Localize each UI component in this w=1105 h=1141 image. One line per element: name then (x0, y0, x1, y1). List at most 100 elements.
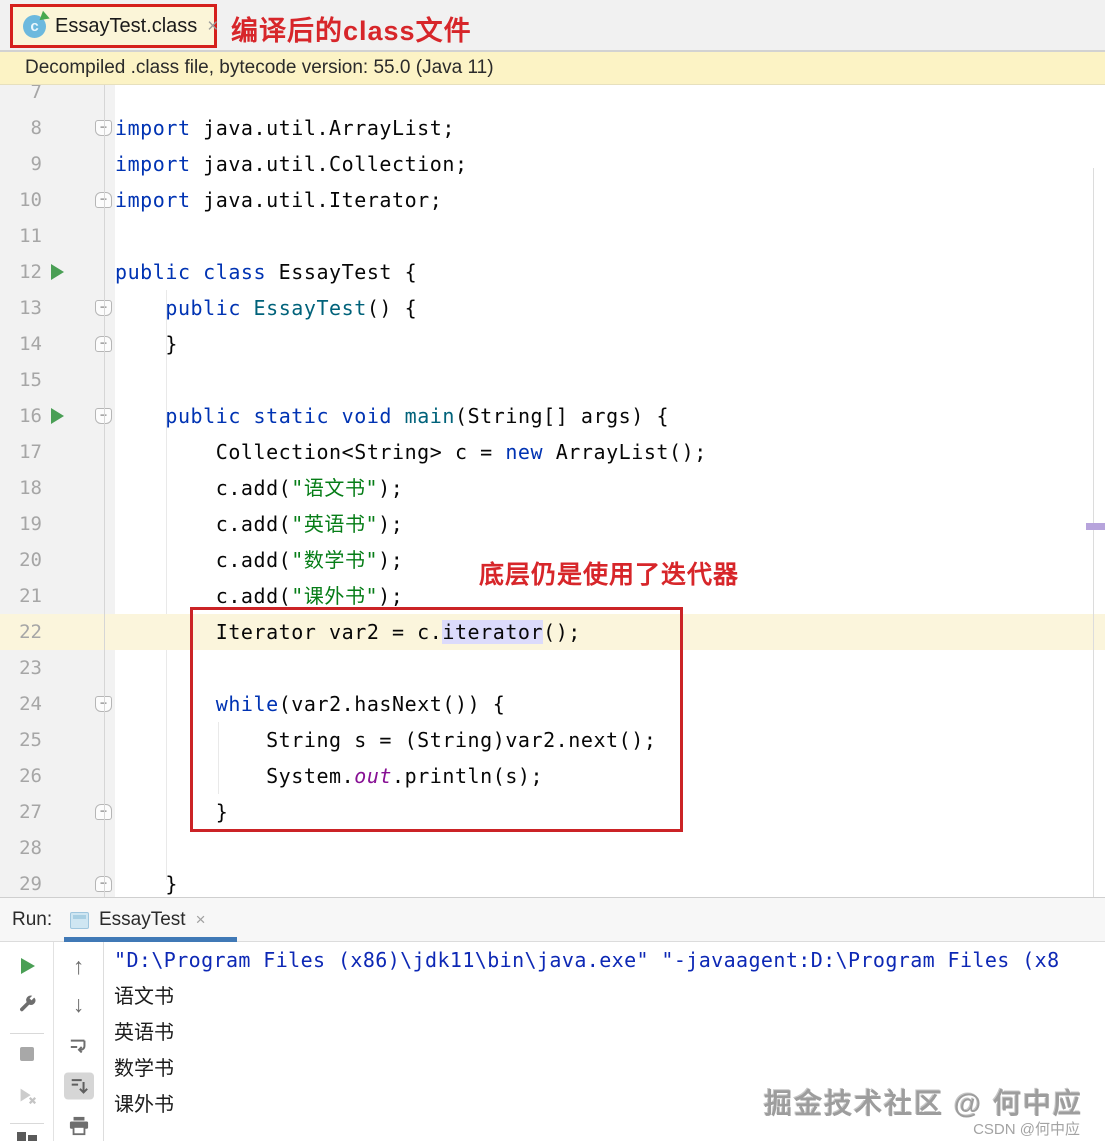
rerun-icon[interactable] (17, 956, 37, 976)
code-line: 18 c.add("语文书"); (0, 470, 1105, 506)
fold-marker-close[interactable]: − (72, 326, 115, 362)
code-line: 16 − public static void main(String[] arg… (0, 398, 1105, 434)
line-number: 12 (19, 261, 42, 283)
code-text[interactable]: c.add("英语书"); (115, 506, 1105, 542)
code-line: 14 − } (0, 326, 1105, 362)
line-number: 29 (19, 873, 42, 895)
run-label: Run: (12, 908, 53, 930)
iterator-code-red-box (190, 607, 683, 832)
line-number: 18 (19, 477, 42, 499)
code-line: 12 public class EssayTest { (0, 254, 1105, 290)
gutter-space (72, 614, 115, 650)
code-line: 11 (0, 218, 1105, 254)
fold-marker-close[interactable]: − (72, 794, 115, 830)
code-text[interactable]: } (115, 866, 1105, 897)
scrollbar-usage-marker[interactable] (1086, 523, 1105, 530)
line-number: 15 (19, 369, 42, 391)
code-text[interactable]: public EssayTest() { (115, 290, 1105, 326)
line-number: 22 (19, 621, 42, 643)
line-number: 13 (19, 297, 42, 319)
fold-marker-open[interactable]: − (72, 686, 115, 722)
code-line: 10 −import java.util.Iterator; (0, 182, 1105, 218)
class-file-icon: c (23, 10, 52, 38)
tab-essaytest-class[interactable]: c EssayTest.class × (10, 4, 218, 48)
run-line-icon[interactable] (42, 408, 72, 424)
fold-marker-open[interactable]: − (72, 398, 115, 434)
line-number: 27 (19, 801, 42, 823)
code-editor[interactable]: 78−import java.util.ArrayList;9import ja… (0, 85, 1105, 897)
down-arrow-icon[interactable]: ↓ (73, 993, 85, 1016)
gutter-space (72, 85, 115, 110)
gutter-space (72, 434, 115, 470)
console-command-line[interactable]: "D:\Program Files (x86)\jdk11\bin\java.e… (114, 942, 1105, 978)
code-text[interactable]: } (115, 326, 1105, 362)
editor-scrollbar[interactable] (1093, 168, 1094, 897)
decompiled-banner: Decompiled .class file, bytecode version… (0, 52, 1105, 85)
settings-wrench-icon[interactable] (16, 993, 38, 1015)
console-tab-icon (70, 911, 89, 929)
code-text[interactable]: import java.util.Iterator; (115, 182, 1105, 218)
watermark-primary: 掘金技术社区 @ 何中应 (764, 1088, 1083, 1119)
code-line: 7 (0, 85, 1105, 110)
watermark-secondary: CSDN @何中应 (973, 1121, 1080, 1138)
code-text[interactable]: public class EssayTest { (115, 254, 1105, 290)
gutter-separator (104, 85, 105, 897)
tab-annotation-text: 编译后的class文件 (231, 16, 472, 46)
run-tab-essaytest[interactable]: EssayTest × (64, 898, 212, 942)
line-number: 21 (19, 585, 42, 607)
line-number: 9 (30, 153, 42, 175)
rerun-failed-tests-icon[interactable] (16, 1085, 38, 1107)
line-number: 26 (19, 765, 42, 787)
line-number: 11 (19, 225, 42, 247)
code-text[interactable]: Collection<String> c = new ArrayList(); (115, 434, 1105, 470)
code-text[interactable]: import java.util.Collection; (115, 146, 1105, 182)
run-line-icon[interactable] (42, 264, 72, 280)
line-number: 8 (30, 117, 42, 139)
scroll-to-end-icon[interactable] (63, 1072, 94, 1100)
ide-window: c EssayTest.class × 编译后的class文件 Decompil… (0, 0, 1105, 1141)
line-number: 24 (19, 693, 42, 715)
line-number: 23 (19, 657, 42, 679)
code-line: 9 import java.util.Collection; (0, 146, 1105, 182)
line-number: 17 (19, 441, 42, 463)
code-line: 15 (0, 362, 1105, 398)
console-output-line[interactable]: 数学书 (114, 1050, 1105, 1086)
layout-icon[interactable] (16, 1132, 37, 1141)
stop-icon[interactable] (19, 1046, 35, 1062)
run-tab-label: EssayTest (99, 909, 186, 930)
code-text[interactable]: public static void main(String[] args) { (115, 398, 1105, 434)
console-output-line[interactable]: 英语书 (114, 1014, 1105, 1050)
code-text[interactable]: c.add("语文书"); (115, 470, 1105, 506)
fold-marker-close[interactable]: − (72, 866, 115, 897)
fold-marker-open[interactable]: − (72, 110, 115, 146)
line-number: 28 (19, 837, 42, 859)
editor-tab-bar: c EssayTest.class × 编译后的class文件 (0, 0, 1105, 52)
soft-wrap-icon[interactable] (68, 1037, 90, 1057)
gutter-space (72, 506, 115, 542)
run-toolbar-left (0, 942, 54, 1141)
line-number: 25 (19, 729, 42, 751)
console-output-line[interactable]: 语文书 (114, 978, 1105, 1014)
gutter-space (72, 578, 115, 614)
line-number: 10 (19, 189, 42, 211)
code-line: 28 (0, 830, 1105, 866)
tab-close-icon[interactable]: × (207, 17, 218, 36)
gutter-space (72, 254, 115, 290)
up-arrow-icon[interactable]: ↑ (73, 955, 85, 978)
code-text[interactable]: import java.util.ArrayList; (115, 110, 1105, 146)
line-number: 20 (19, 549, 42, 571)
fold-marker-close[interactable]: − (72, 182, 115, 218)
gutter-space (72, 362, 115, 398)
editor-annotation-text: 底层仍是使用了迭代器 (479, 561, 740, 589)
line-number: 7 (30, 85, 42, 103)
gutter-space (72, 758, 115, 794)
run-tab-close-icon[interactable]: × (196, 910, 206, 930)
fold-marker-open[interactable]: − (72, 290, 115, 326)
tab-label: EssayTest.class (55, 14, 198, 37)
gutter-space (72, 542, 115, 578)
gutter-space (72, 650, 115, 686)
print-icon[interactable] (68, 1116, 90, 1136)
toolbar-divider (10, 1033, 44, 1034)
code-line: 29 − } (0, 866, 1105, 897)
line-number: 16 (19, 405, 42, 427)
